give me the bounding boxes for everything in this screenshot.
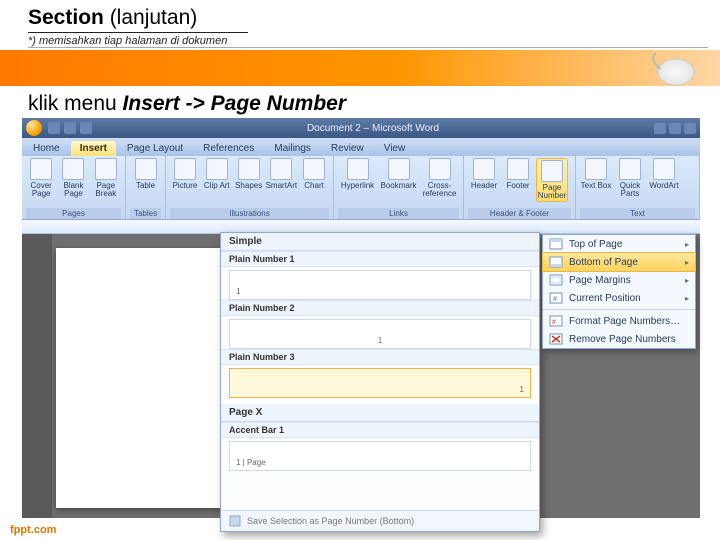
menu-current-position[interactable]: #Current Position (543, 289, 695, 307)
word-screenshot: Document 2 – Microsoft Word Home Insert … (22, 118, 700, 518)
menu-bottom-of-page[interactable]: Bottom of Page (542, 252, 696, 272)
btn-page-number[interactable]: Page Number (536, 158, 568, 202)
slide-title: Section (lanjutan) (28, 6, 692, 30)
group-header-footer: Header & Footer (468, 208, 571, 219)
btn-smartart[interactable]: SmartArt (266, 158, 298, 190)
group-tables: Tables (130, 208, 161, 219)
menu-top-of-page[interactable]: Top of Page (543, 235, 695, 253)
gallery-entry-3[interactable]: 1 (229, 368, 531, 398)
gallery-entry-1[interactable]: 1 (229, 270, 531, 300)
page-top-icon (549, 238, 563, 250)
btn-wordart[interactable]: WordArt (648, 158, 680, 198)
menu-separator (543, 309, 695, 310)
gallery-entry-2[interactable]: 1 (229, 319, 531, 349)
mouse-graphic (642, 48, 698, 88)
format-icon: # (549, 315, 563, 327)
group-links: Links (338, 208, 459, 219)
menu-format-page-numbers[interactable]: #Format Page Numbers… (543, 312, 695, 330)
gallery-entry-3-label: Plain Number 3 (221, 349, 539, 365)
decor-band (0, 50, 720, 86)
save-icon (229, 515, 241, 527)
btn-shapes[interactable]: Shapes (234, 158, 264, 190)
footer-brand: fppt.com (10, 524, 56, 536)
ribbon: Cover Page Blank Page Page Break Pages T… (22, 156, 700, 220)
btn-text-box[interactable]: Text Box (580, 158, 612, 198)
tab-home[interactable]: Home (24, 141, 69, 156)
btn-cover-page[interactable]: Cover Page (26, 158, 56, 198)
window-controls[interactable] (654, 123, 696, 134)
page-number-menu: Top of Page Bottom of Page Page Margins … (542, 234, 696, 349)
btn-footer[interactable]: Footer (502, 158, 534, 202)
btn-table[interactable]: Table (130, 158, 161, 190)
btn-bookmark[interactable]: Bookmark (379, 158, 418, 198)
tab-references[interactable]: References (194, 141, 263, 156)
btn-quick-parts[interactable]: Quick Parts (614, 158, 646, 198)
group-text: Text (580, 208, 695, 219)
tab-view[interactable]: View (375, 141, 415, 156)
group-illustrations: Illustrations (170, 208, 329, 219)
tab-page-layout[interactable]: Page Layout (118, 141, 192, 156)
document-area: Simple Plain Number 1 1 Plain Number 2 1… (22, 234, 700, 518)
cursor-icon: # (549, 292, 563, 304)
gallery-header-2: Page X (221, 404, 539, 422)
gallery-footer[interactable]: Save Selection as Page Number (Bottom) (221, 510, 539, 531)
btn-clip-art[interactable]: Clip Art (202, 158, 232, 190)
office-orb[interactable] (26, 120, 42, 136)
instruction-text: klik menu Insert -> Page Number (0, 86, 720, 120)
btn-blank-page[interactable]: Blank Page (58, 158, 88, 198)
titlebar: Document 2 – Microsoft Word (22, 118, 700, 138)
tab-insert[interactable]: Insert (71, 141, 116, 156)
tab-mailings[interactable]: Mailings (265, 141, 320, 156)
gallery-entry-2-label: Plain Number 2 (221, 300, 539, 316)
tab-review[interactable]: Review (322, 141, 373, 156)
quick-access-toolbar[interactable] (48, 122, 92, 134)
svg-text:#: # (553, 296, 557, 303)
btn-hyperlink[interactable]: Hyperlink (338, 158, 377, 198)
ribbon-tabs: Home Insert Page Layout References Maili… (22, 138, 700, 156)
window-title: Document 2 – Microsoft Word (307, 123, 439, 134)
menu-remove-page-numbers[interactable]: Remove Page Numbers (543, 330, 695, 348)
page-bottom-icon (549, 256, 563, 268)
btn-page-break[interactable]: Page Break (91, 158, 121, 198)
gallery-entry-4[interactable]: 1 | Page (229, 441, 531, 471)
svg-text:#: # (552, 319, 556, 326)
document-page[interactable] (56, 248, 226, 508)
btn-picture[interactable]: Picture (170, 158, 200, 190)
gallery-entry-4-label: Accent Bar 1 (221, 422, 539, 438)
left-gutter (22, 234, 52, 518)
gallery-entry-1-label: Plain Number 1 (221, 251, 539, 267)
btn-header[interactable]: Header (468, 158, 500, 202)
page-number-gallery: Simple Plain Number 1 1 Plain Number 2 1… (220, 232, 540, 532)
btn-cross-reference[interactable]: Cross-reference (420, 158, 459, 198)
group-pages: Pages (26, 208, 121, 219)
page-margins-icon (549, 274, 563, 286)
menu-page-margins[interactable]: Page Margins (543, 271, 695, 289)
btn-chart[interactable]: Chart (299, 158, 329, 190)
slide-subtitle: *) memisahkan tiap halaman di dokumen (28, 33, 708, 48)
gallery-header: Simple (221, 233, 539, 251)
remove-icon (549, 333, 563, 345)
